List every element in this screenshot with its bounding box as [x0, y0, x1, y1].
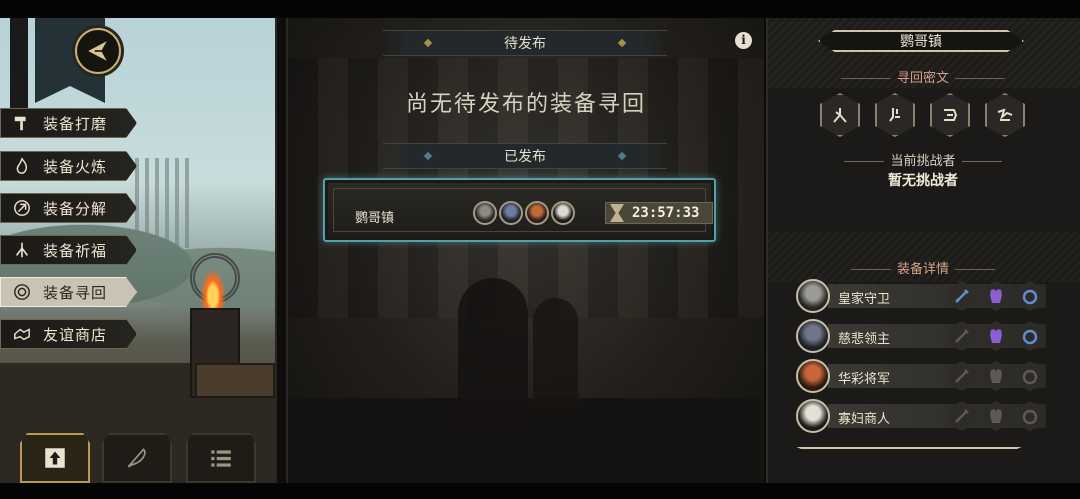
scene-character: [458, 278, 528, 428]
panel-frame-bottom: [774, 437, 1044, 449]
boss-name: 华彩将军: [838, 372, 891, 387]
detail-title-label: 装备详情: [896, 262, 949, 277]
menu-label: 装备分解: [43, 199, 108, 218]
boss-portrait: [796, 399, 830, 433]
rune-3-icon: [944, 109, 958, 121]
armor-icon: [990, 369, 1002, 383]
boss-equipment-row[interactable]: 寡妇商人: [796, 398, 1046, 433]
panel-divider: [275, 18, 288, 483]
published-section-header: 已发布: [383, 143, 667, 169]
ring-icon: [1022, 409, 1038, 425]
published-header-label: 已发布: [504, 149, 546, 165]
hammer-icon: [11, 112, 33, 134]
upload-arrow-icon: [45, 448, 65, 468]
quest-tab-button[interactable]: [102, 433, 172, 483]
boss-name: 皇家守卫: [838, 292, 891, 307]
menu-item-grind[interactable]: 装备打磨: [0, 108, 137, 138]
sword-icon: [955, 369, 969, 383]
scene-tower: [135, 158, 190, 248]
menu-item-fire-refine[interactable]: 装备火炼: [0, 151, 137, 181]
boss-portrait: [796, 359, 830, 393]
handshake-icon: [11, 323, 33, 345]
boss-equipment-row[interactable]: 慈悲领主: [796, 318, 1046, 353]
town-title-label: 鹦哥镇: [900, 34, 942, 50]
list-icon: [211, 450, 231, 467]
pending-empty-message: 尚无待发布的装备寻回: [405, 92, 646, 117]
challenger-section-title: 当前挑战者: [766, 150, 1080, 169]
boss-name: 慈悲领主: [838, 332, 891, 347]
sword-icon: [955, 329, 969, 343]
equipment-detail-title: 装备详情: [766, 258, 1080, 277]
menu-label: 装备火炼: [43, 157, 108, 176]
armor-icon: [990, 329, 1002, 343]
armor-icon: [990, 289, 1002, 303]
ring-icon: [1022, 369, 1038, 385]
menu-label: 装备祈福: [43, 241, 108, 260]
feather-icon: [127, 448, 146, 468]
scene-fire: [200, 268, 226, 308]
rune-1-icon: [833, 108, 847, 123]
pending-header-label: 待发布: [504, 36, 546, 52]
back-arrow-icon: [88, 41, 107, 61]
town-title-banner: 鹦哥镇: [818, 30, 1024, 52]
spiral-icon: [11, 281, 33, 303]
menu-label: 友谊商店: [43, 325, 108, 344]
quest-timer-text: 23:57:33: [632, 205, 700, 221]
menu-item-friend-shop[interactable]: 友谊商店: [0, 319, 137, 349]
publish-tab-button[interactable]: [20, 433, 90, 483]
boss-equipment-row[interactable]: 华彩将军: [796, 358, 1046, 393]
menu-label: 装备打磨: [43, 114, 108, 133]
back-button[interactable]: [75, 28, 121, 74]
quest-portrait-group: [473, 201, 575, 225]
menu-item-disassemble[interactable]: 装备分解: [0, 193, 137, 223]
cipher-slot[interactable]: [985, 93, 1025, 137]
ring-icon: [1022, 289, 1038, 305]
boss-portrait: [551, 201, 575, 225]
quest-town-name: 鹦哥镇: [355, 211, 395, 226]
scene-crates: [195, 363, 275, 398]
sword-icon: [955, 409, 969, 423]
armor-icon: [990, 409, 1002, 423]
menu-item-retrieve[interactable]: 装备寻回: [0, 277, 137, 307]
cipher-section-title: 寻回密文: [766, 67, 1080, 86]
flame-icon: [11, 155, 33, 177]
rune-2-icon: [889, 108, 900, 122]
challenger-value: 暂无挑战者: [888, 173, 958, 189]
rune-4-icon: [997, 108, 1013, 121]
boss-portrait: [796, 319, 830, 353]
pray-hands-icon: [11, 239, 33, 261]
equipment-detail-list: 皇家守卫 慈悲领主 华彩将军 寡妇商人: [796, 278, 1046, 438]
boss-portrait: [473, 201, 497, 225]
menu-item-bless[interactable]: 装备祈福: [0, 235, 137, 265]
boss-portrait: [525, 201, 549, 225]
pending-section-header: 待发布: [383, 30, 667, 56]
info-button[interactable]: i: [735, 32, 752, 49]
scene-character: [533, 298, 578, 408]
cipher-title-label: 寻回密文: [896, 71, 949, 86]
quest-timer: 23:57:33: [605, 202, 713, 224]
disassemble-icon: [11, 197, 33, 219]
ring-icon: [1022, 329, 1038, 345]
boss-name: 寡妇商人: [838, 412, 891, 427]
sword-icon: [955, 289, 969, 303]
boss-equipment-row[interactable]: 皇家守卫: [796, 278, 1046, 313]
challenger-label: 当前挑战者: [890, 154, 956, 169]
bottom-letterbox: [0, 483, 1080, 499]
top-letterbox: [0, 0, 1080, 18]
hourglass-icon: [610, 204, 624, 222]
cipher-slot[interactable]: [930, 93, 970, 137]
cipher-slot[interactable]: [820, 93, 860, 137]
boss-portrait: [796, 279, 830, 313]
menu-label: 装备寻回: [43, 283, 108, 302]
boss-portrait: [499, 201, 523, 225]
cipher-icon-row: [820, 93, 1025, 137]
published-quest-card[interactable]: 鹦哥镇 23:57:33: [323, 178, 716, 242]
list-tab-button[interactable]: [186, 433, 256, 483]
cipher-slot[interactable]: [875, 93, 915, 137]
